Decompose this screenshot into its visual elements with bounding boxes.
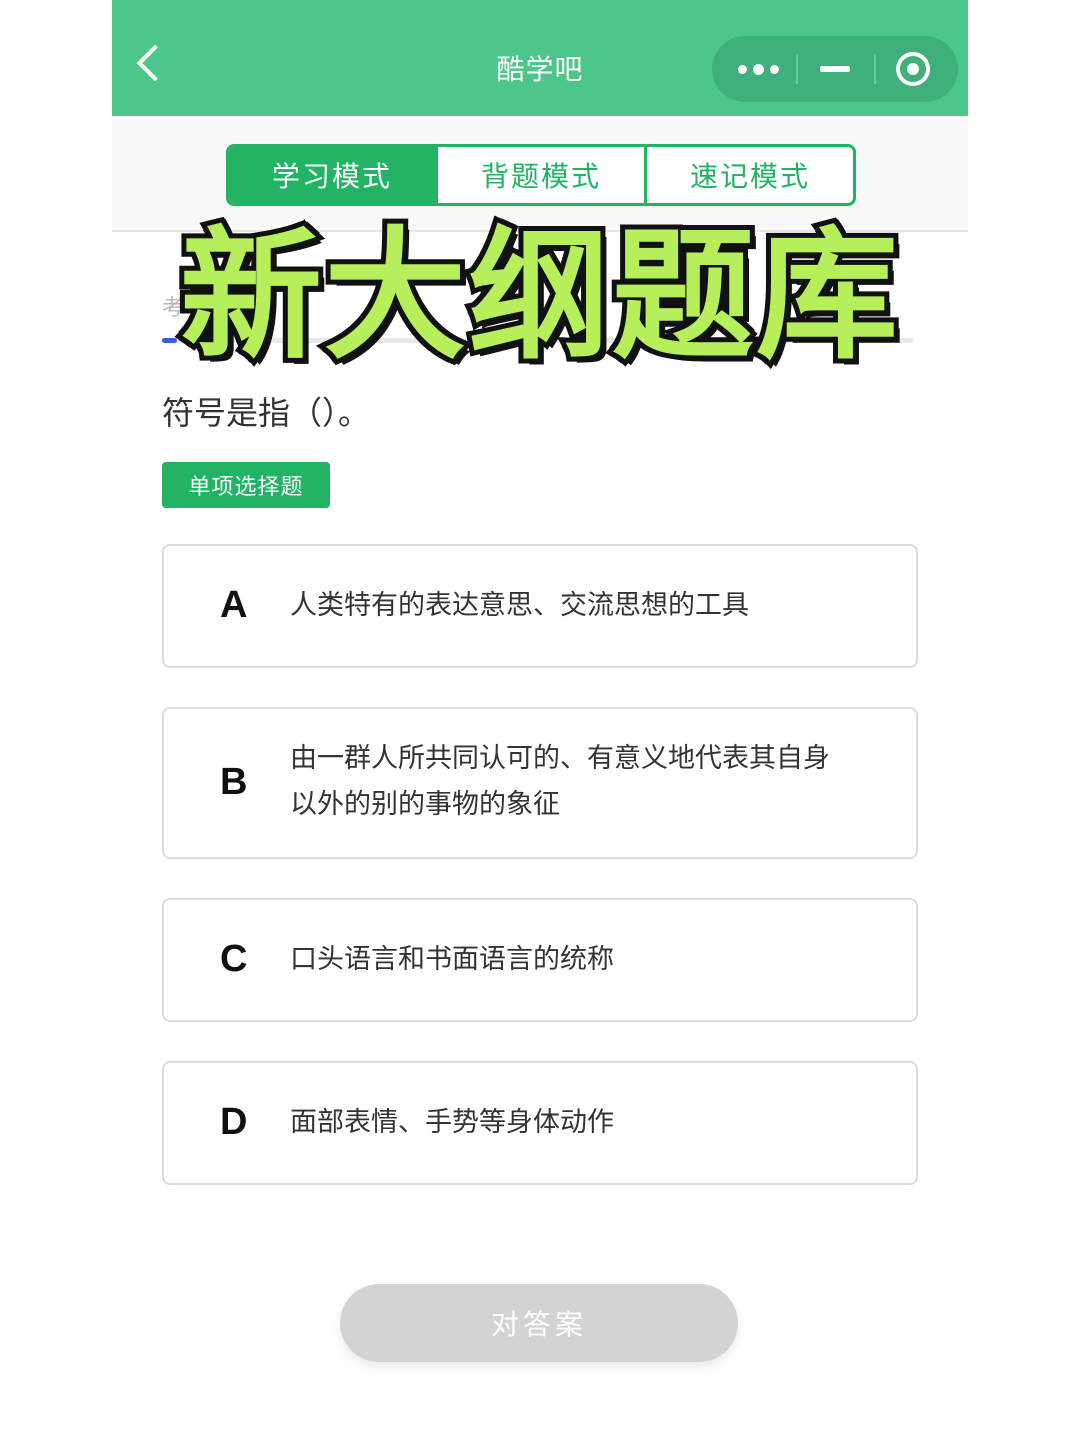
option-c[interactable]: C 口头语言和书面语言的统称 xyxy=(162,898,918,1022)
question-text: 符号是指（）。 xyxy=(162,394,371,432)
option-letter: D xyxy=(220,1101,248,1143)
promo-banner-overlay: 新大纲题库 xyxy=(175,214,903,379)
close-target-icon[interactable] xyxy=(896,52,930,86)
option-a[interactable]: A 人类特有的表达意思、交流思想的工具 xyxy=(162,544,918,668)
option-letter: C xyxy=(220,938,248,980)
option-letter: A xyxy=(220,584,248,626)
capsule-divider xyxy=(796,54,798,84)
option-b[interactable]: B 由一群人所共同认可的、有意义地代表其自身以外的别的事物的象征 xyxy=(162,707,918,859)
check-answer-button[interactable]: 对答案 xyxy=(340,1284,738,1362)
option-text: 面部表情、手势等身体动作 xyxy=(290,1107,614,1138)
tab-study-mode[interactable]: 学习模式 xyxy=(229,147,438,203)
minimize-icon[interactable] xyxy=(820,66,850,72)
capsule-menu xyxy=(712,36,958,102)
tab-recite-mode[interactable]: 背题模式 xyxy=(438,147,647,203)
option-text: 人类特有的表达意思、交流思想的工具 xyxy=(290,590,749,621)
option-letter: B xyxy=(220,761,248,803)
option-text: 由一群人所共同认可的、有意义地代表其自身以外的别的事物的象征 xyxy=(290,743,830,820)
question-type-badge: 单项选择题 xyxy=(162,462,330,508)
mode-segmented-control: 学习模式 背题模式 速记模式 xyxy=(226,144,856,206)
tab-quick-memory-mode[interactable]: 速记模式 xyxy=(647,147,853,203)
top-navigation-bar: 酷学吧 xyxy=(112,0,968,116)
capsule-divider xyxy=(874,54,876,84)
option-text: 口头语言和书面语言的统称 xyxy=(290,944,614,975)
option-d[interactable]: D 面部表情、手势等身体动作 xyxy=(162,1061,918,1185)
more-dots-icon[interactable] xyxy=(738,58,782,80)
